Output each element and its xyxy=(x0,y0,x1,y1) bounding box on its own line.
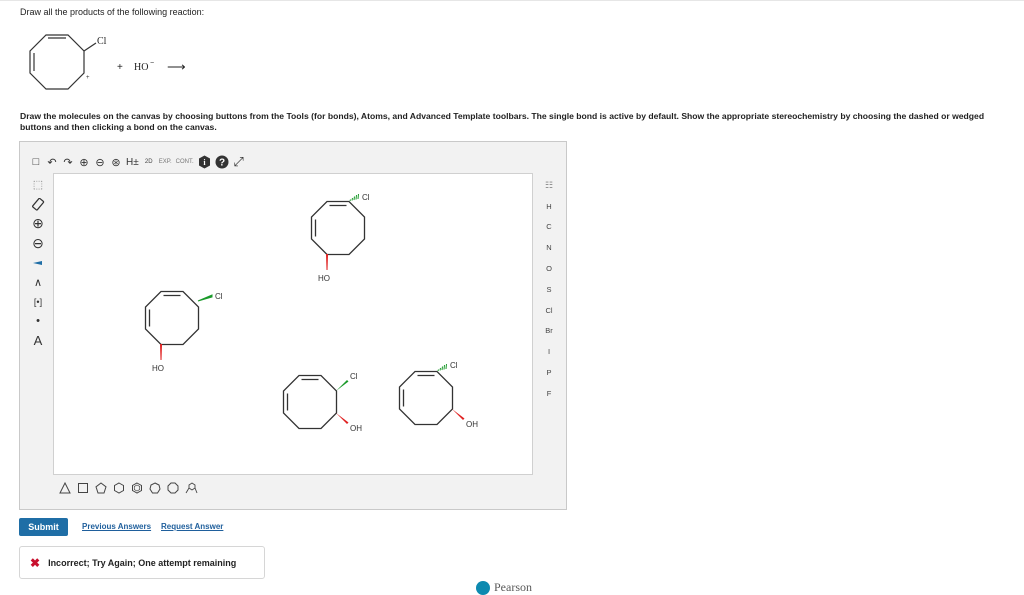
select-icon[interactable]: ⬚ xyxy=(28,175,48,195)
molecule-4-cl-label: Cl xyxy=(350,372,358,381)
atom-button-f[interactable]: F xyxy=(547,383,552,404)
drawing-canvas[interactable]: Cl HO Cl HO Cl OH Cl OH xyxy=(53,173,533,475)
feedback-box: ✖ Incorrect; Try Again; One attempt rema… xyxy=(19,546,265,579)
radical-dot-icon[interactable]: • xyxy=(28,312,48,332)
incorrect-icon: ✖ xyxy=(30,555,41,570)
zoom-out-icon[interactable]: ⊖ xyxy=(94,154,106,170)
molecule-5-cl-label: Cl xyxy=(450,361,458,370)
template-pentagon-icon[interactable] xyxy=(94,480,108,496)
molecule-5-oh-label: OH xyxy=(466,420,478,429)
bracket-icon[interactable]: [•] xyxy=(28,292,48,312)
2d-button[interactable]: 2D xyxy=(143,154,155,170)
carbocation-plus: + xyxy=(86,75,90,81)
molecule-5[interactable]: Cl OH xyxy=(398,361,479,429)
template-triangle-icon[interactable] xyxy=(58,480,72,496)
top-toolbar: □ ↶ ↷ ⊕ ⊖ ⊛ H± 2D EXP. CONT. i ? ⤢ xyxy=(30,151,245,173)
expand-button[interactable]: EXP. xyxy=(159,154,172,170)
new-document-icon[interactable]: □ xyxy=(30,154,42,170)
atoms-toolbar: ☷ H C N O S Cl Br I P F xyxy=(534,175,564,404)
pearson-logo-icon xyxy=(476,580,490,595)
fullscreen-icon[interactable]: ⤢ xyxy=(233,154,245,170)
molecule-1-oh-wedge: HO xyxy=(318,254,330,283)
periodic-table-icon[interactable]: ☷ xyxy=(545,175,553,196)
request-answer-link[interactable]: Request Answer xyxy=(161,522,223,531)
canvas-svg: Cl HO Cl HO Cl OH Cl OH xyxy=(144,193,479,433)
contract-button[interactable]: CONT. xyxy=(176,154,194,170)
previous-answers-link[interactable]: Previous Answers xyxy=(82,522,151,531)
molecule-2-ho-label: HO xyxy=(152,364,164,373)
molecule-4[interactable]: Cl OH xyxy=(282,372,363,433)
undo-icon[interactable]: ↶ xyxy=(46,154,58,170)
zoom-in-icon[interactable]: ⊕ xyxy=(78,154,90,170)
atom-button-h[interactable]: H xyxy=(546,196,551,217)
atom-button-p[interactable]: P xyxy=(546,362,551,383)
molecule-1-ho-label: HO xyxy=(318,274,330,283)
bond-tool-icon[interactable] xyxy=(28,253,48,273)
zoom-reset-icon[interactable]: ⊛ xyxy=(110,154,122,170)
svg-text:?: ? xyxy=(219,158,225,169)
atom-button-i[interactable]: I xyxy=(548,341,550,362)
feedback-text: Incorrect; Try Again; One attempt remain… xyxy=(48,557,237,568)
plus-sign: + xyxy=(117,62,123,73)
template-octagon-icon[interactable] xyxy=(166,480,180,496)
nucleophile-charge: − xyxy=(150,60,154,67)
atom-button-o[interactable]: O xyxy=(546,258,552,279)
template-square-icon[interactable] xyxy=(76,480,90,496)
molecule-2-cl-label: Cl xyxy=(215,292,223,301)
molecule-1-cl-label: Cl xyxy=(362,193,370,202)
atom-button-n[interactable]: N xyxy=(546,237,551,258)
template-more-icon[interactable] xyxy=(184,480,198,496)
molecule-2[interactable]: Cl HO xyxy=(144,290,223,374)
template-hexagon-icon[interactable] xyxy=(112,480,126,496)
template-heptagon-icon[interactable] xyxy=(148,480,162,496)
atom-button-s[interactable]: S xyxy=(546,279,551,300)
atom-button-cl[interactable]: Cl xyxy=(545,300,552,321)
minus-charge-icon[interactable]: ⊖ xyxy=(28,234,48,254)
atom-button-br[interactable]: Br xyxy=(545,321,553,342)
molecule-4-oh-label: OH xyxy=(350,424,362,433)
chain-icon[interactable]: ∧ xyxy=(28,273,48,293)
top-divider xyxy=(0,0,1024,1)
template-benzene-icon[interactable] xyxy=(130,480,144,496)
atom-button-c[interactable]: C xyxy=(546,217,551,238)
help-icon[interactable]: ? xyxy=(215,154,229,170)
info-icon[interactable]: i xyxy=(198,154,211,170)
eraser-icon[interactable] xyxy=(28,195,48,215)
reaction-arrow: ⟶ xyxy=(167,59,186,74)
instructions: Draw the molecules on the canvas by choo… xyxy=(20,111,985,132)
drawing-widget: □ ↶ ↷ ⊕ ⊖ ⊛ H± 2D EXP. CONT. i ? ⤢ ⬚ ⊕ ⊖… xyxy=(19,141,567,510)
reaction-scheme: Cl + + HO − ⟶ xyxy=(29,34,186,90)
template-toolbar xyxy=(58,480,198,496)
plus-charge-icon[interactable]: ⊕ xyxy=(28,214,48,234)
submit-button[interactable]: Submit xyxy=(19,518,68,536)
question-title: Draw all the products of the following r… xyxy=(20,7,205,17)
hydrogen-toggle-button[interactable]: H± xyxy=(126,154,139,170)
reactant-cl-label: Cl xyxy=(97,36,107,47)
left-toolbar: ⬚ ⊕ ⊖ ∧ [•] • A xyxy=(28,175,48,351)
atom-label-icon[interactable]: A xyxy=(28,331,48,351)
nucleophile-label: HO xyxy=(134,62,148,73)
molecule-1[interactable]: Cl xyxy=(310,193,370,256)
redo-icon[interactable]: ↷ xyxy=(62,154,74,170)
